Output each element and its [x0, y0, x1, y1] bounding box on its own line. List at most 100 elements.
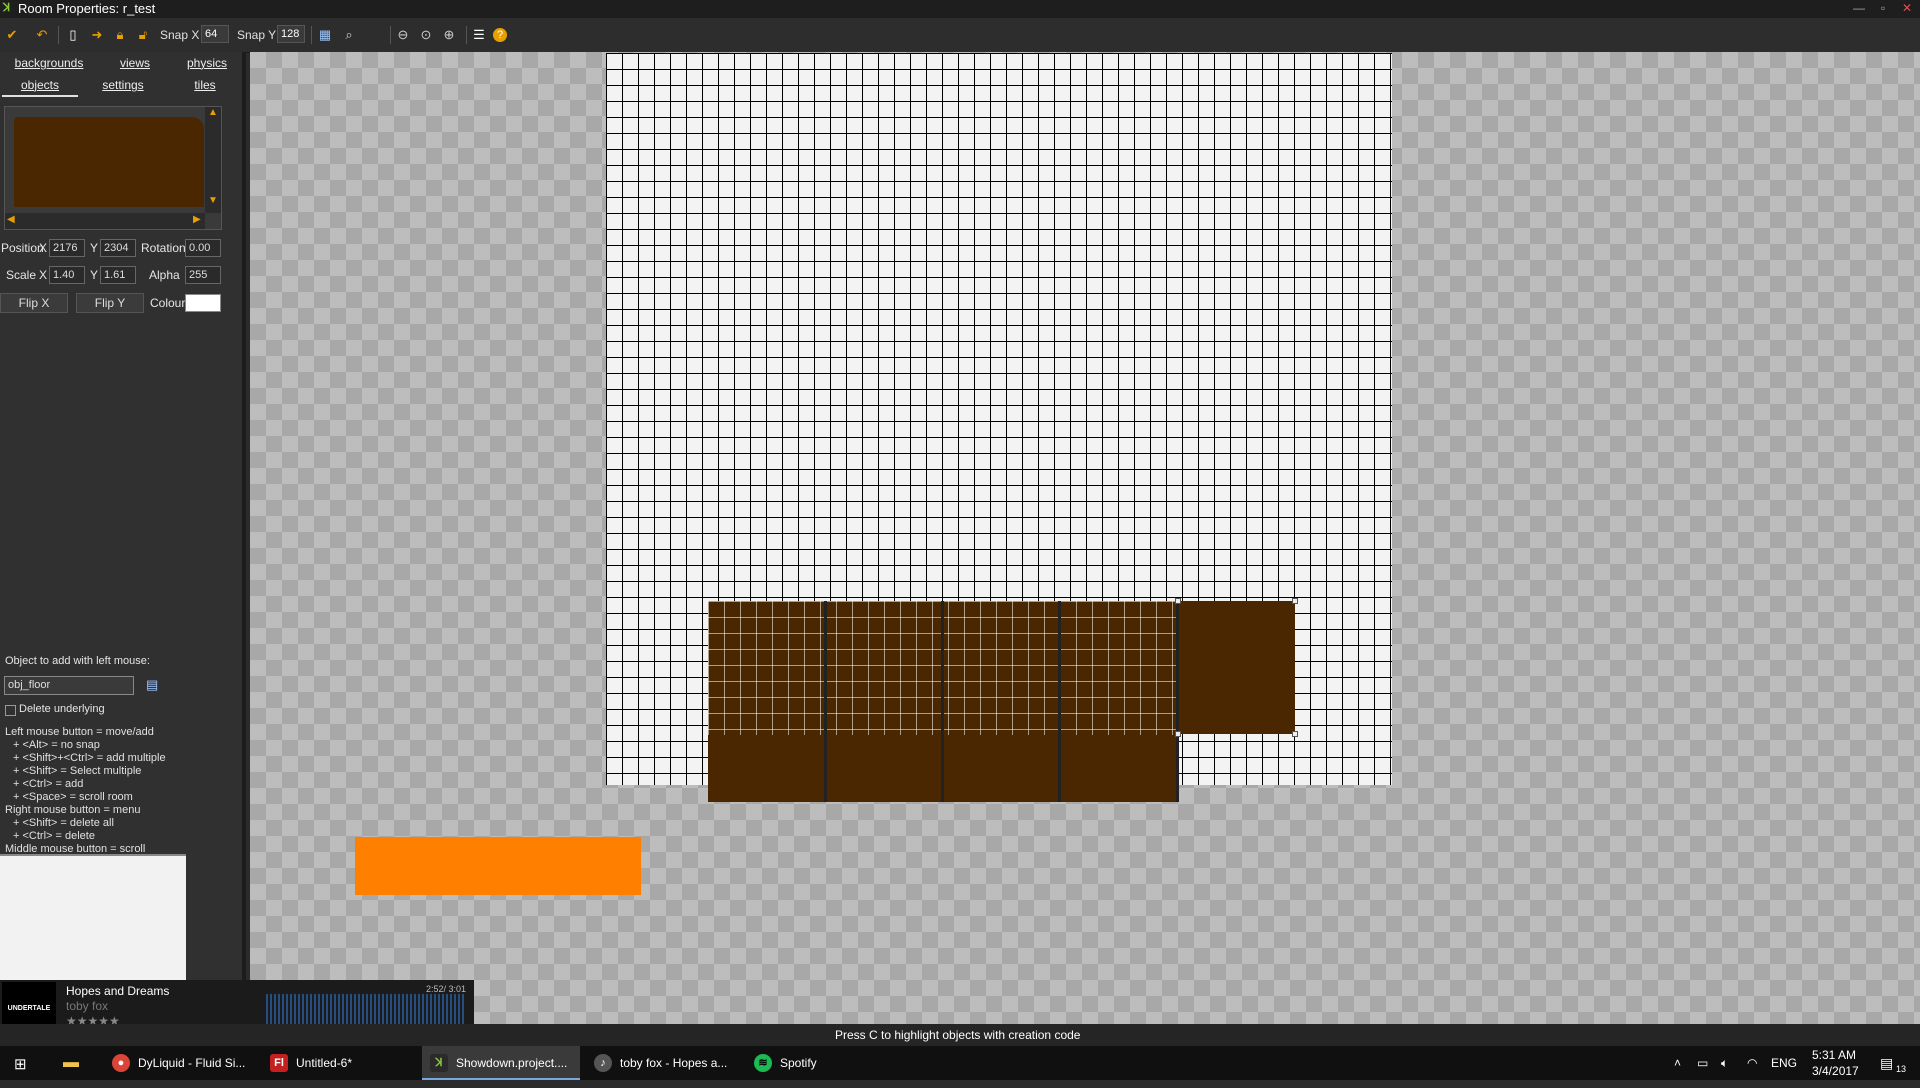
toolbar-separator: [390, 26, 391, 44]
selection-handle[interactable]: [1292, 598, 1298, 604]
orange-block-instance[interactable]: [355, 837, 641, 895]
alpha-input[interactable]: 255: [185, 266, 221, 284]
notifications-icon[interactable]: ▤: [1880, 1046, 1893, 1080]
status-bar: Press C to highlight objects with creati…: [0, 1024, 1920, 1046]
minimize-button[interactable]: —: [1848, 1, 1870, 16]
selection-handle[interactable]: [1292, 731, 1298, 737]
scale-x-input[interactable]: 1.40: [49, 266, 85, 284]
scroll-left-arrow-icon[interactable]: ◀: [7, 214, 15, 225]
shift-arrow-icon[interactable]: ➜: [88, 26, 106, 44]
snap-x-label: Snap X: [160, 28, 200, 42]
flash-icon: Fl: [270, 1054, 288, 1072]
unlock-icon[interactable]: 🔓︎: [134, 26, 152, 44]
taskbar-item-label: DyLiquid - Fluid Si...: [138, 1056, 246, 1070]
track-time: 2:52/ 3:01: [426, 984, 467, 994]
help-line: + <Shift> = delete all: [13, 817, 114, 829]
help-line: + <Ctrl> = delete: [13, 830, 95, 842]
tab-views[interactable]: views: [100, 53, 170, 73]
scroll-down-arrow-icon[interactable]: ▼: [208, 195, 218, 206]
selection-handle[interactable]: [1175, 598, 1181, 604]
flip-y-button[interactable]: Flip Y: [76, 293, 144, 313]
track-title: Hopes and Dreams: [66, 984, 170, 998]
help-icon[interactable]: ?: [493, 28, 507, 42]
wifi-icon[interactable]: ◠: [1747, 1046, 1757, 1080]
position-label: Position: [1, 241, 44, 255]
vertical-scrollbar[interactable]: ▲ ▼: [205, 107, 221, 213]
colour-swatch[interactable]: [185, 294, 221, 312]
floor-seam: [1058, 601, 1061, 802]
snap-y-input[interactable]: 128: [277, 25, 305, 43]
position-y-label: Y: [90, 241, 99, 255]
colour-label: Colour: [150, 296, 186, 310]
tab-backgrounds[interactable]: backgrounds: [10, 53, 88, 73]
maximize-button[interactable]: ▫: [1872, 1, 1894, 16]
object-to-add-label: Object to add with left mouse:: [5, 655, 150, 667]
toolbar-separator: [58, 26, 59, 44]
windows-start-icon[interactable]: ⊞: [14, 1055, 27, 1073]
horizontal-scrollbar[interactable]: ◀ ▶: [5, 213, 205, 229]
taskbar-item-spotify[interactable]: ≋ Spotify: [746, 1046, 898, 1080]
help-line: Left mouse button = move/add: [5, 726, 154, 738]
volume-icon[interactable]: 🔈︎: [1721, 1046, 1728, 1080]
ok-checkmark-icon[interactable]: ✔: [3, 26, 21, 44]
scale-y-input[interactable]: 1.61: [100, 266, 136, 284]
position-y-input[interactable]: 2304: [100, 239, 136, 257]
taskbar-item-gamemaker[interactable]: ꓘ Showdown.project....: [422, 1046, 580, 1080]
snap-x-input[interactable]: 64: [201, 25, 229, 43]
help-line: Right mouse button = menu: [5, 804, 141, 816]
help-line: + <Shift>+<Ctrl> = add multiple: [13, 752, 166, 764]
taskbar-item-flash[interactable]: Fl Untitled-6*: [262, 1046, 414, 1080]
zoom-dropdown-icon[interactable]: ⌕: [340, 26, 358, 44]
list-icon[interactable]: ☰: [470, 26, 488, 44]
toolbar: ✔ ↶ ▯ ➜ 🔒︎ 🔓︎ Snap X 64 Snap Y 128 ▦ ⌕ ⊖…: [0, 18, 1920, 53]
file-explorer-icon[interactable]: ▬: [63, 1054, 79, 1072]
tab-tiles[interactable]: tiles: [176, 75, 234, 95]
tab-settings[interactable]: settings: [90, 75, 156, 95]
room-minimap-preview[interactable]: [0, 854, 186, 982]
scroll-right-arrow-icon[interactable]: ▶: [193, 214, 201, 225]
new-document-icon[interactable]: ▯: [64, 26, 82, 44]
floor-seam: [941, 601, 944, 802]
gamemaker-icon: ꓘ: [430, 1054, 448, 1072]
flip-x-button[interactable]: Flip X: [0, 293, 68, 313]
battery-icon[interactable]: ▭: [1697, 1046, 1708, 1080]
zoom-in-icon[interactable]: ⊕: [440, 26, 458, 44]
taskbar-item-label: Showdown.project....: [456, 1056, 568, 1070]
lock-icon[interactable]: 🔒︎: [111, 26, 129, 44]
undo-icon[interactable]: ↶: [33, 26, 51, 44]
zoom-reset-icon[interactable]: ⊙: [417, 26, 435, 44]
room-canvas[interactable]: [250, 52, 1920, 1024]
delete-underlying-checkbox[interactable]: [5, 705, 16, 716]
rotation-label: Rotation: [141, 241, 186, 255]
rotation-input[interactable]: 0.00: [185, 239, 221, 257]
object-to-add-input[interactable]: obj_floor: [4, 676, 134, 695]
toolbar-separator: [311, 26, 312, 44]
help-line: + <Alt> = no snap: [13, 739, 100, 751]
tab-physics[interactable]: physics: [176, 53, 238, 73]
close-button[interactable]: ✕: [1896, 1, 1918, 16]
floor-seam: [1176, 601, 1179, 802]
scroll-up-arrow-icon[interactable]: ▲: [208, 107, 218, 118]
taskbar-item-music-player[interactable]: ♪ toby fox - Hopes a...: [586, 1046, 738, 1080]
tab-objects[interactable]: objects: [2, 75, 78, 97]
selection-handle[interactable]: [1175, 731, 1181, 737]
left-panel: backgrounds views physics objects settin…: [0, 52, 246, 982]
help-line: + <Space> = scroll room: [13, 791, 133, 803]
language-indicator[interactable]: ENG: [1771, 1046, 1797, 1080]
status-text: Press C to highlight objects with creati…: [835, 1028, 1081, 1042]
taskbar-item-label: toby fox - Hopes a...: [620, 1056, 728, 1070]
track-artist: toby fox: [66, 999, 109, 1013]
scale-x-label: X: [39, 268, 48, 282]
position-x-input[interactable]: 2176: [49, 239, 85, 257]
toolbar-separator: [466, 26, 467, 44]
grid-toggle-icon[interactable]: ▦: [316, 26, 334, 44]
zoom-out-icon[interactable]: ⊖: [394, 26, 412, 44]
floor-instance-selected[interactable]: [1178, 601, 1295, 734]
floor-seam: [824, 601, 827, 802]
clock-date[interactable]: 3/4/2017: [1812, 1054, 1859, 1088]
taskbar-item-chrome[interactable]: ● DyLiquid - Fluid Si...: [104, 1046, 256, 1080]
show-hidden-icons-chevron-icon[interactable]: ˄: [1674, 1046, 1681, 1080]
position-x-label: X: [39, 241, 48, 255]
object-picker-icon[interactable]: ▤: [146, 677, 158, 693]
taskbar-item-label: Spotify: [780, 1056, 817, 1070]
